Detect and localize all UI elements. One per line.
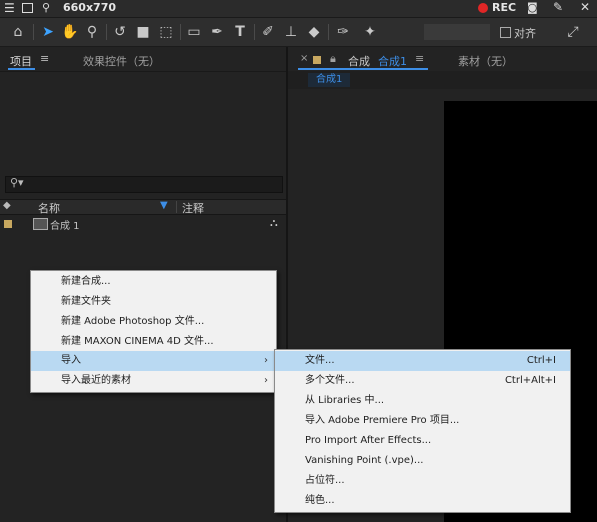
label-tag-icon[interactable]: ◆ [3, 200, 11, 211]
label-color-swatch[interactable] [4, 220, 12, 228]
menu-item-new-cinema4d-file[interactable]: 新建 MAXON CINEMA 4D 文件... [31, 332, 276, 352]
column-name[interactable]: 名称 [38, 200, 60, 216]
snap-checkbox[interactable] [500, 27, 511, 38]
tab-composition-prefix[interactable]: 合成 [348, 53, 370, 69]
menu-item-new-photoshop-file[interactable]: 新建 Adobe Photoshop 文件... [31, 312, 276, 332]
puppet-tool-icon[interactable]: ✦ [360, 22, 380, 42]
flowchart-icon[interactable]: ⛬ [270, 216, 278, 230]
breadcrumb-bar: 合成1 [288, 71, 597, 89]
list-item[interactable]: 合成 1 ⛬ [0, 216, 286, 232]
menu-item-new-composition[interactable]: 新建合成... [31, 272, 276, 292]
submenu-item-placeholder[interactable]: 占位符... [275, 471, 570, 491]
home-icon[interactable]: ⌂ [8, 22, 28, 42]
search-icon: ⚲▾ [10, 176, 24, 189]
submenu-item-solid[interactable]: 纯色... [275, 491, 570, 511]
shortcut: Ctrl+Alt+I [504, 375, 556, 386]
comp-label-swatch [313, 56, 321, 64]
close-icon[interactable]: ✕ [580, 0, 590, 14]
breadcrumb[interactable]: 合成1 [308, 73, 351, 87]
tab-composition-underline [298, 68, 428, 70]
snap-options-icon[interactable]: ⤢ [563, 22, 583, 42]
pen-icon[interactable]: ✎ [553, 0, 563, 14]
close-tab-icon[interactable]: × [300, 53, 308, 64]
context-menu: 新建合成... 新建文件夹 新建 Adobe Photoshop 文件... 新… [30, 270, 277, 393]
lock-icon[interactable]: 🔒︎ [330, 52, 336, 66]
sort-down-icon[interactable]: ▼ [160, 200, 168, 211]
snap-label: 对齐 [514, 27, 536, 40]
pan-behind-tool-icon[interactable]: ⬚ [156, 22, 176, 42]
column-comment[interactable]: 注释 [182, 200, 204, 216]
tab-project-underline [8, 68, 35, 70]
hand-tool-icon[interactable]: ✋ [60, 22, 80, 42]
rectangle-tool-icon[interactable]: ▭ [184, 22, 204, 42]
recorder-dimensions: 660x770 [63, 1, 117, 14]
menu-item-import[interactable]: 导入 › [31, 351, 276, 371]
zoom-tool-icon[interactable]: ⚲ [82, 22, 102, 42]
menu-item-import-recent[interactable]: 导入最近的素材 › [31, 371, 276, 391]
project-column-header: ◆ 名称 ▼ 注释 [0, 199, 286, 215]
window-icon[interactable] [22, 3, 33, 13]
project-search-input[interactable]: ⚲▾ [5, 176, 283, 193]
item-name: 合成 1 [50, 221, 80, 232]
submenu-arrow-icon: › [264, 375, 268, 386]
camera-tool-icon[interactable]: ■ [133, 22, 153, 42]
tab-project-menu-icon[interactable]: ≡ [40, 52, 49, 65]
submenu-item-pro-import-ae[interactable]: Pro Import After Effects... [275, 431, 570, 451]
submenu-arrow-icon: › [264, 355, 268, 366]
clone-stamp-tool-icon[interactable]: ⊥ [281, 22, 301, 42]
roto-brush-tool-icon[interactable]: ✑ [333, 22, 353, 42]
recorder-bar: ☰ ⚲ 660x770 REC ◙ ✎ ✕ [0, 0, 597, 18]
composition-icon [33, 218, 48, 230]
tab-composition-menu-icon[interactable]: ≡ [415, 52, 424, 65]
menu-icon[interactable]: ☰ [4, 1, 15, 15]
tab-composition-name[interactable]: 合成1 [378, 53, 407, 69]
menu-item-new-folder[interactable]: 新建文件夹 [31, 292, 276, 312]
toolbar-disabled-group [424, 24, 490, 40]
pen-tool-icon[interactable]: ✒ [207, 22, 227, 42]
tools-toolbar: ⌂ ➤ ✋ ⚲ ↺ ■ ⬚ ▭ ✒ T ✐ ⊥ ◆ ✑ ✦ 对齐 ⤢ [0, 18, 597, 47]
tab-project[interactable]: 项目 [10, 53, 32, 69]
import-submenu: 文件... Ctrl+I 多个文件... Ctrl+Alt+I 从 Librarie… [274, 349, 571, 513]
eraser-tool-icon[interactable]: ◆ [304, 22, 324, 42]
shortcut: Ctrl+I [526, 355, 556, 366]
rec-button[interactable]: REC [492, 1, 516, 14]
panel-divider [0, 71, 286, 72]
submenu-item-vanishing-point[interactable]: Vanishing Point (.vpe)... [275, 451, 570, 471]
submenu-item-import-premiere[interactable]: 导入 Adobe Premiere Pro 项目... [275, 411, 570, 431]
camera-icon[interactable]: ◙ [527, 1, 538, 14]
rec-dot-icon [478, 3, 488, 13]
brush-tool-icon[interactable]: ✐ [258, 22, 278, 42]
search-icon[interactable]: ⚲ [42, 1, 50, 14]
tab-effect-controls[interactable]: 效果控件（无） [83, 53, 160, 69]
selection-tool-icon[interactable]: ➤ [38, 22, 58, 42]
submenu-item-file[interactable]: 文件... Ctrl+I [275, 351, 570, 371]
rotate-tool-icon[interactable]: ↺ [110, 22, 130, 42]
submenu-item-multiple-files[interactable]: 多个文件... Ctrl+Alt+I [275, 371, 570, 391]
type-tool-icon[interactable]: T [230, 22, 250, 42]
column-divider [176, 201, 177, 213]
submenu-item-from-libraries[interactable]: 从 Libraries 中... [275, 391, 570, 411]
tab-footage[interactable]: 素材（无） [458, 53, 513, 69]
